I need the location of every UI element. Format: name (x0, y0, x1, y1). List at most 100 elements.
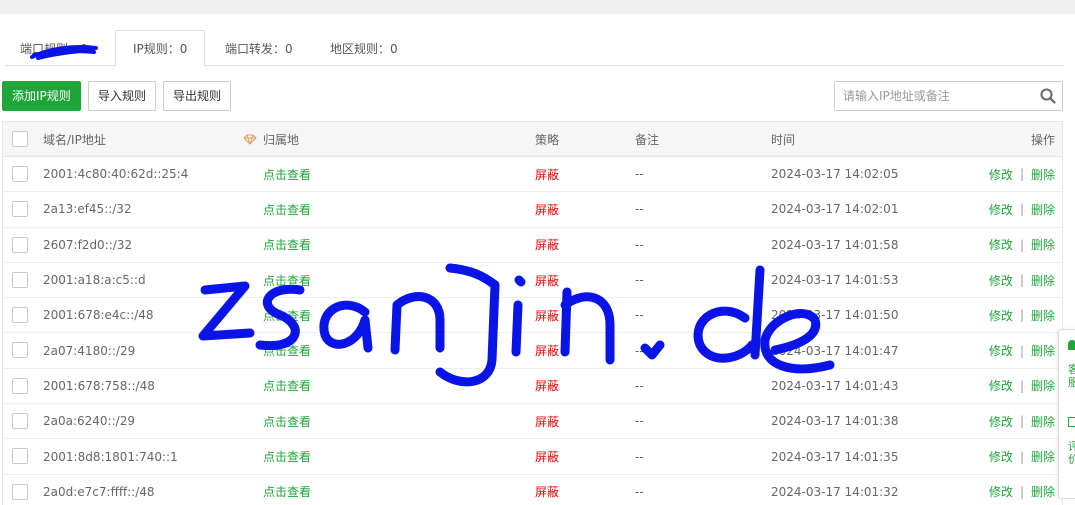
row-location-link[interactable]: 点击查看 (263, 192, 311, 226)
row-note: -- (635, 308, 644, 323)
row-note: -- (635, 449, 644, 464)
export-rules-button[interactable]: 导出规则 (163, 81, 232, 111)
row-location-link[interactable]: 点击查看 (263, 298, 311, 332)
delete-link[interactable]: 删除 (1031, 236, 1055, 253)
edit-link[interactable]: 修改 (989, 377, 1013, 394)
search-box (834, 81, 1063, 111)
rule-tabs: 端口规则：0 IP规则：0 端口转发：0 地区规则：0 (5, 30, 1064, 67)
row-policy: 屏蔽 (535, 344, 560, 359)
header-policy: 策略 (535, 132, 560, 147)
add-ip-rule-button[interactable]: 添加IP规则 (2, 81, 81, 111)
delete-link[interactable]: 删除 (1031, 201, 1055, 218)
row-ip: 2a0d:e7c7:ffff::/48 (43, 484, 155, 499)
row-ip: 2001:678:758::/48 (43, 378, 155, 393)
row-time: 2024-03-17 14:02:05 (771, 167, 899, 182)
row-policy: 屏蔽 (535, 485, 560, 500)
row-ops: 修改 | 删除 (989, 157, 1055, 191)
row-checkbox[interactable] (12, 413, 28, 430)
row-ip: 2a07:4180::/29 (43, 343, 136, 358)
select-all-checkbox[interactable] (12, 131, 28, 147)
row-policy: 屏蔽 (535, 202, 560, 217)
row-note: -- (635, 343, 644, 358)
header-ip: 域名/IP地址 (43, 132, 106, 147)
edit-link[interactable]: 修改 (989, 166, 1013, 183)
edit-link[interactable]: 修改 (989, 307, 1013, 324)
row-ops: 修改 | 删除 (989, 404, 1055, 438)
row-location-link[interactable]: 点击查看 (263, 404, 311, 438)
delete-link[interactable]: 删除 (1031, 166, 1055, 183)
table-row: 2607:f2d0::/32 点击查看 屏蔽 -- 2024-03-17 14:01:5… (3, 228, 1062, 263)
row-location-link[interactable]: 点击查看 (263, 228, 311, 262)
delete-link[interactable]: 删除 (1031, 307, 1055, 324)
row-checkbox[interactable] (12, 166, 28, 182)
delete-link[interactable]: 删除 (1031, 272, 1055, 289)
ops-separator: | (1019, 449, 1024, 464)
table-header: 域名/IP地址 归属地 策略 备注 时间 操作 (3, 122, 1062, 157)
delete-link[interactable]: 删除 (1031, 377, 1055, 394)
header-location-label: 归属地 (263, 132, 300, 147)
row-ip: 2a13:ef45::/32 (43, 202, 132, 217)
row-checkbox[interactable] (12, 483, 28, 500)
row-note: -- (635, 484, 644, 499)
edit-link[interactable]: 修改 (989, 413, 1013, 430)
row-time: 2024-03-17 14:01:35 (771, 449, 899, 464)
ops-separator: | (1019, 273, 1024, 288)
side-float-text-bottom: 评价 (1068, 440, 1075, 466)
row-location-link[interactable]: 点击查看 (263, 475, 311, 505)
row-time: 2024-03-17 14:01:58 (771, 237, 899, 252)
row-time: 2024-03-17 14:01:38 (771, 414, 899, 429)
row-location-link[interactable]: 点击查看 (263, 369, 311, 403)
delete-link[interactable]: 删除 (1031, 483, 1055, 500)
search-icon[interactable] (1040, 88, 1056, 104)
row-location-link[interactable]: 点击查看 (263, 333, 311, 367)
row-checkbox[interactable] (12, 307, 28, 324)
edit-link[interactable]: 修改 (989, 342, 1013, 359)
tab-port-forward[interactable]: 端口转发：0 (225, 30, 293, 66)
side-float-widget[interactable]: 客服 评价 (1058, 329, 1075, 499)
header-ops: 操作 (1030, 132, 1055, 147)
row-time: 2024-03-17 14:02:01 (771, 202, 899, 217)
edit-link[interactable]: 修改 (989, 201, 1013, 218)
edit-link[interactable]: 修改 (989, 272, 1013, 289)
tab-ip-rules[interactable]: IP规则：0 (115, 30, 206, 67)
row-checkbox[interactable] (12, 271, 28, 288)
header-location: 归属地 (243, 122, 299, 156)
import-rules-button[interactable]: 导入规则 (88, 81, 157, 111)
row-location-link[interactable]: 点击查看 (263, 157, 311, 191)
ops-separator: | (1019, 237, 1024, 252)
edit-link[interactable]: 修改 (989, 483, 1013, 500)
row-checkbox[interactable] (12, 342, 28, 359)
support-icon (1068, 340, 1075, 350)
table-row: 2001:678:758::/48 点击查看 屏蔽 -- 2024-03-17 14:0… (3, 369, 1062, 405)
row-checkbox[interactable] (12, 201, 28, 218)
search-input[interactable] (835, 82, 1030, 110)
row-time: 2024-03-17 14:01:50 (771, 308, 899, 323)
diamond-icon (243, 134, 257, 145)
row-location-link[interactable]: 点击查看 (263, 263, 311, 297)
row-ip: 2607:f2d0::/32 (43, 237, 133, 252)
tab-region-rules[interactable]: 地区规则：0 (330, 30, 398, 66)
row-ip: 2001:4c80:40:62d::25:4 (43, 167, 189, 182)
ops-separator: | (1019, 167, 1024, 182)
row-ops: 修改 | 删除 (989, 333, 1055, 367)
row-ops: 修改 | 删除 (989, 228, 1055, 262)
row-ops: 修改 | 删除 (989, 475, 1055, 505)
row-ip: 2001:8d8:1801:740::1 (43, 449, 178, 464)
row-checkbox[interactable] (12, 236, 28, 253)
ops-separator: | (1019, 308, 1024, 323)
row-note: -- (635, 414, 644, 429)
row-checkbox[interactable] (12, 448, 28, 465)
row-policy: 屏蔽 (535, 414, 560, 429)
table-row: 2001:a18:a:c5::d 点击查看 屏蔽 -- 2024-03-17 14:01… (3, 263, 1062, 299)
row-policy: 屏蔽 (535, 379, 560, 394)
delete-link[interactable]: 删除 (1031, 448, 1055, 465)
row-ops: 修改 | 删除 (989, 369, 1055, 403)
row-time: 2024-03-17 14:01:32 (771, 484, 899, 499)
delete-link[interactable]: 删除 (1031, 413, 1055, 430)
edit-link[interactable]: 修改 (989, 448, 1013, 465)
row-checkbox[interactable] (12, 377, 28, 394)
edit-link[interactable]: 修改 (989, 236, 1013, 253)
delete-link[interactable]: 删除 (1031, 342, 1055, 359)
ops-separator: | (1019, 343, 1024, 358)
row-location-link[interactable]: 点击查看 (263, 439, 311, 473)
